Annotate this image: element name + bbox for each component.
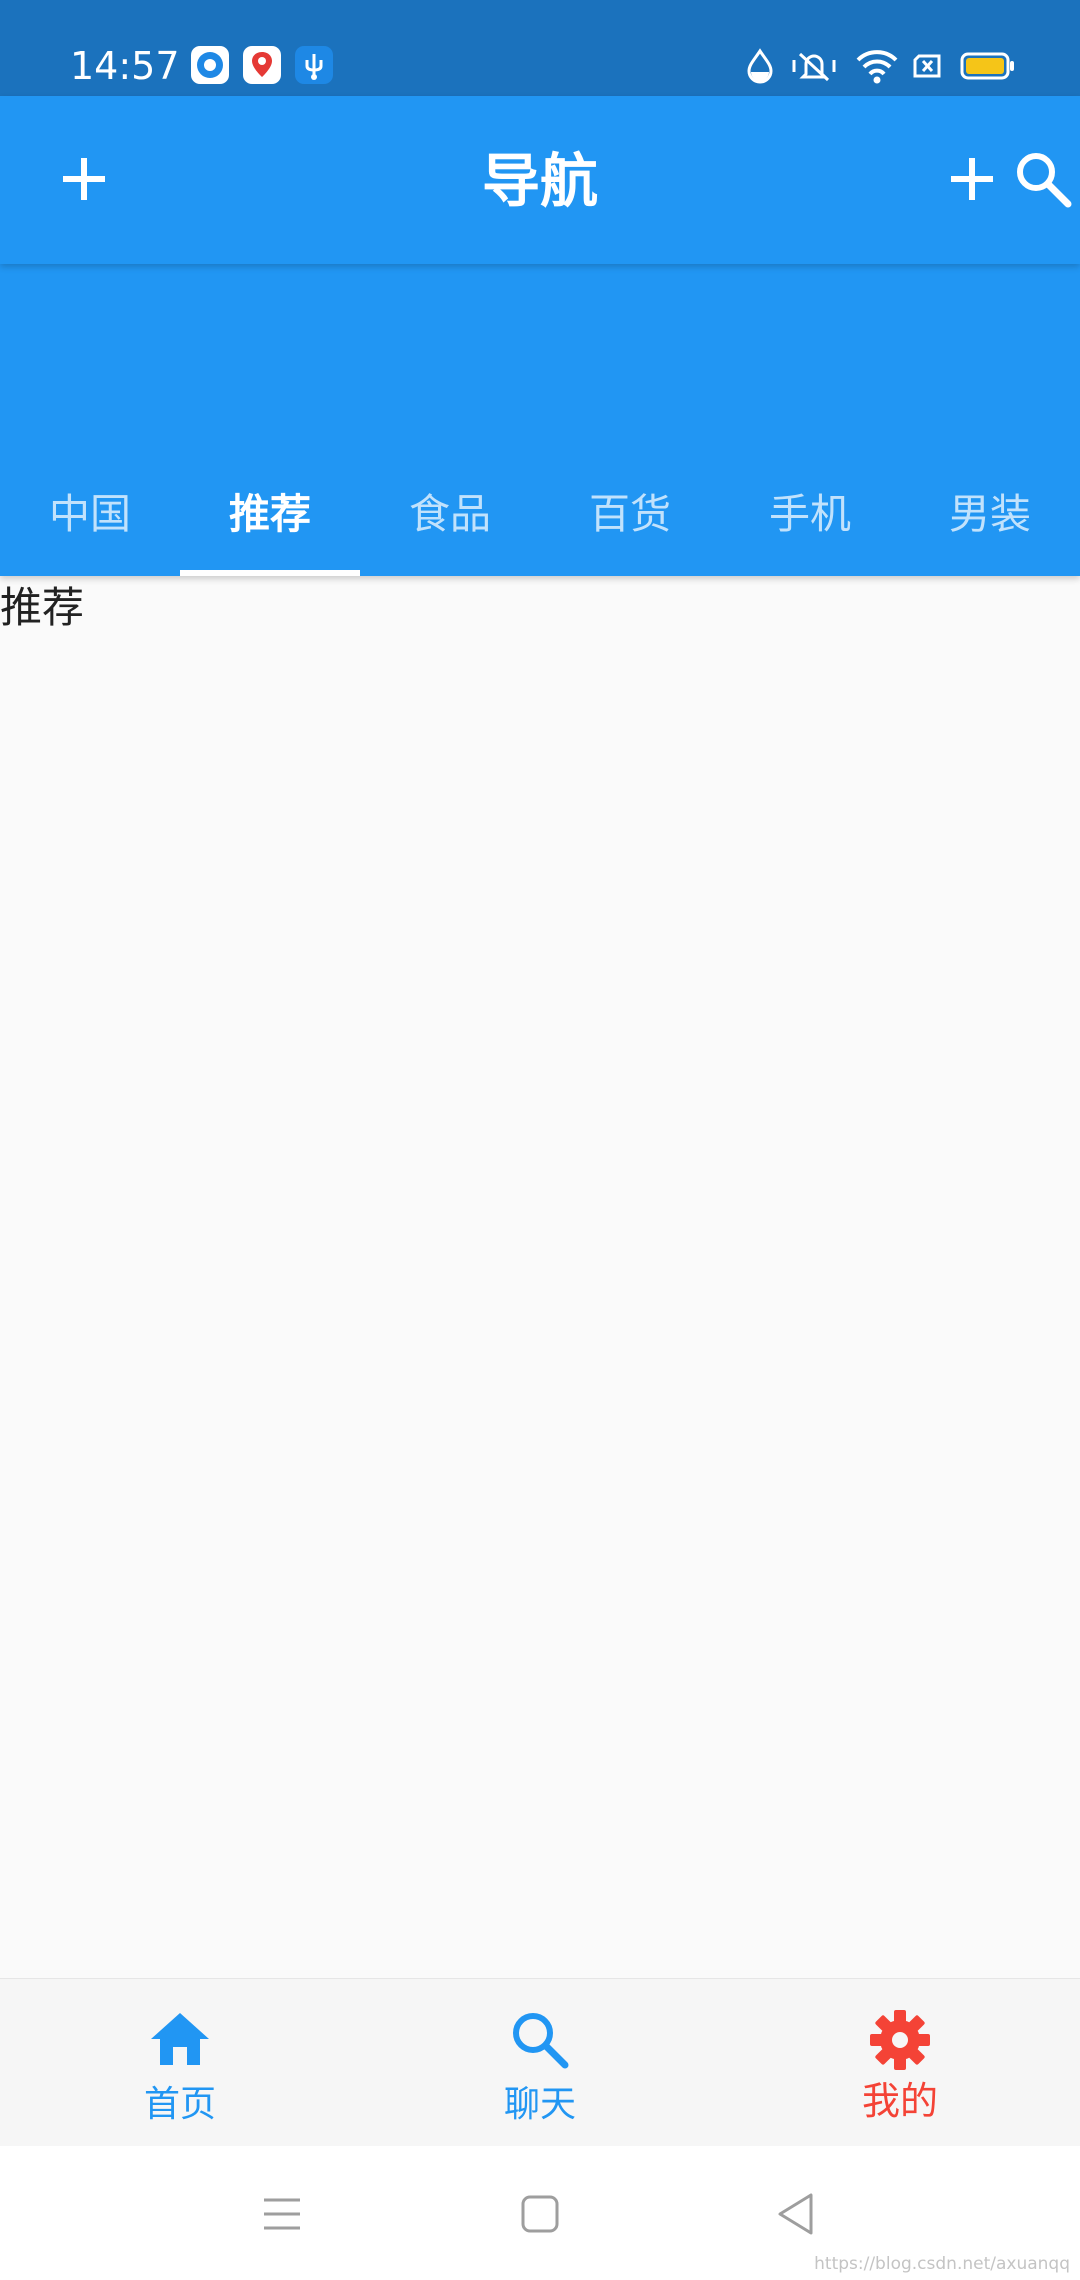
watermark-text: https://blog.csdn.net/axuanqq	[814, 2254, 1070, 2274]
usb-icon	[295, 46, 333, 84]
status-time: 14:57	[70, 44, 180, 88]
tab-china[interactable]: 中国	[0, 444, 180, 576]
nav-label-mine: 我的	[861, 2079, 938, 2123]
nav-item-home[interactable]: 首页	[0, 1979, 360, 2147]
home-square-icon[interactable]	[520, 2194, 560, 2234]
tab-general-goods[interactable]: 百货	[540, 444, 720, 576]
battery-icon	[960, 48, 1016, 88]
nav-label-chat: 聊天	[503, 2084, 576, 2125]
no-sim-icon	[910, 48, 946, 88]
water-drop-icon	[742, 48, 778, 88]
add-icon[interactable]	[947, 154, 997, 208]
map-pin-icon	[243, 46, 281, 84]
tab-menswear[interactable]: 男装	[900, 444, 1080, 576]
nav-item-chat[interactable]: 聊天	[360, 1979, 720, 2147]
search-icon[interactable]	[1012, 148, 1074, 214]
vibrate-mute-icon	[790, 48, 838, 88]
page-title: 导航	[481, 147, 598, 215]
nav-item-mine[interactable]: 我的	[720, 1979, 1080, 2147]
back-triangle-icon[interactable]	[776, 2192, 816, 2236]
wifi-icon	[855, 48, 899, 88]
nav-label-home: 首页	[143, 2084, 216, 2125]
app-bar: 导航	[0, 96, 1080, 264]
app-circle-icon	[191, 46, 229, 84]
search-icon	[507, 2007, 573, 2077]
system-navigation-bar: https://blog.csdn.net/axuanqq	[0, 2146, 1080, 2280]
category-tabs: 中国 推荐 食品 百货 手机 男装	[0, 444, 1080, 576]
tab-food[interactable]: 食品	[360, 444, 540, 576]
status-bar: 14:57	[0, 0, 1080, 96]
tab-phones[interactable]: 手机	[720, 444, 900, 576]
tab-content-text: 推荐	[0, 583, 85, 632]
settings-icon	[867, 2007, 933, 2077]
home-icon	[147, 2007, 213, 2077]
header-banner: 中国 推荐 食品 百货 手机 男装	[0, 264, 1080, 576]
bottom-navigation: 首页 聊天 我的	[0, 1978, 1080, 2147]
tab-recommend[interactable]: 推荐	[180, 444, 360, 576]
menu-icon[interactable]	[262, 2196, 302, 2232]
